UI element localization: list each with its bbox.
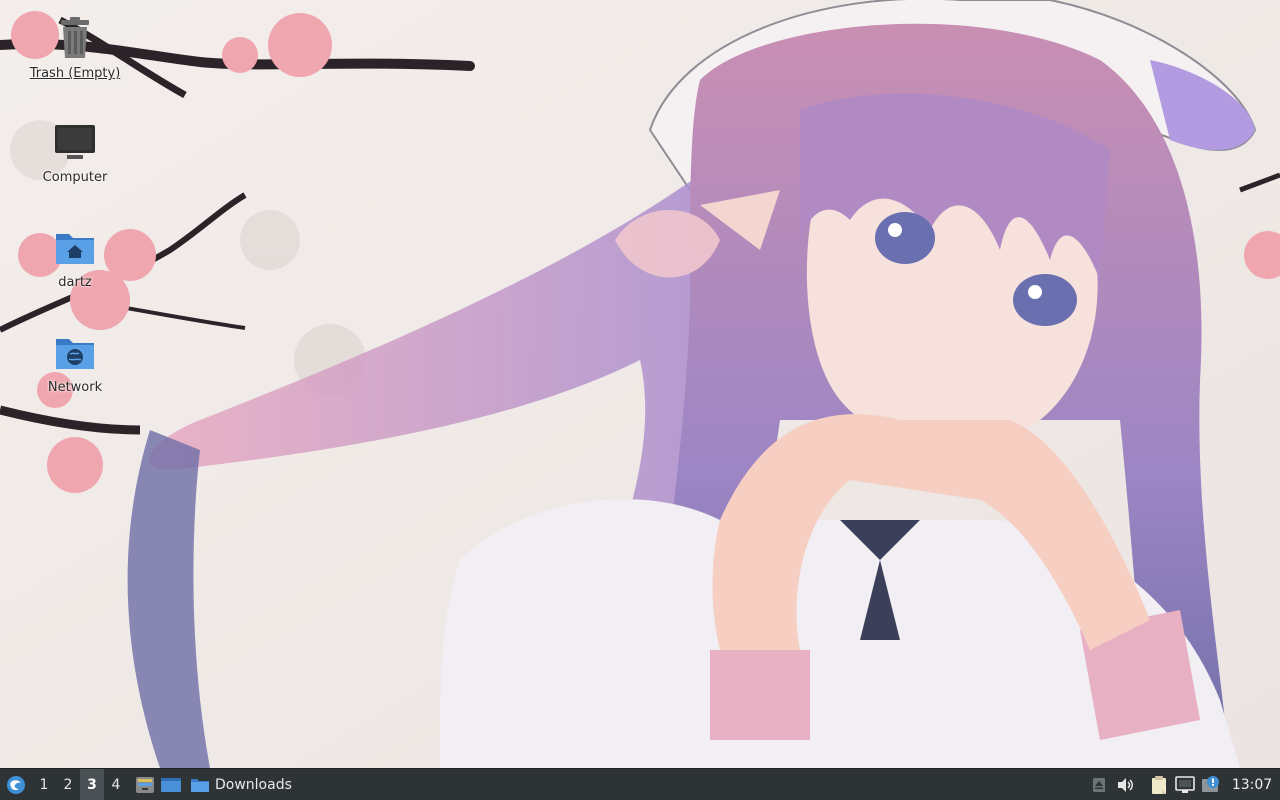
desktop-icon-label: dartz — [58, 275, 92, 290]
volume-icon — [1118, 777, 1133, 792]
desktop-icon-home[interactable]: dartz — [20, 223, 130, 290]
show-desktop-icon — [161, 777, 181, 792]
task-downloads[interactable]: Downloads — [184, 769, 298, 800]
file-manager-launcher[interactable] — [132, 769, 158, 800]
network-folder-icon — [51, 328, 99, 376]
clipboard-icon — [1152, 775, 1166, 794]
clock[interactable]: 13:07 — [1224, 777, 1280, 793]
update-notifier-button[interactable] — [1198, 769, 1224, 800]
computer-icon — [51, 118, 99, 166]
desktop-icon-trash[interactable]: Trash (Empty) — [20, 14, 130, 81]
eject-icon — [1093, 777, 1105, 792]
network-status-icon — [1175, 775, 1195, 793]
wallpaper — [0, 0, 1280, 768]
volume-button[interactable] — [1112, 769, 1138, 800]
start-menu-icon — [7, 775, 25, 794]
desktop-icon-label: Trash (Empty) — [29, 66, 121, 81]
desktop-icon-network[interactable]: Network — [20, 328, 130, 395]
desktop[interactable]: Trash (Empty) Computer dartz Network — [0, 0, 1280, 768]
eject-button[interactable] — [1086, 769, 1112, 800]
workspace-4[interactable]: 4 — [104, 769, 128, 800]
desktop-icon-computer[interactable]: Computer — [20, 118, 130, 185]
home-folder-icon — [51, 223, 99, 271]
task-label: Downloads — [215, 776, 292, 793]
start-menu-button[interactable] — [0, 769, 32, 800]
workspace-2[interactable]: 2 — [56, 769, 80, 800]
show-desktop-button[interactable] — [158, 769, 184, 800]
workspace-1[interactable]: 1 — [32, 769, 56, 800]
network-status-button[interactable] — [1172, 769, 1198, 800]
workspace-3[interactable]: 3 — [80, 769, 104, 800]
desktop-icon-label: Computer — [42, 170, 108, 185]
file-manager-icon — [136, 776, 154, 793]
desktop-icon-label: Network — [47, 380, 103, 395]
update-notifier-icon — [1202, 775, 1219, 792]
taskbar: 1 2 3 4 Downloads 13:07 — [0, 768, 1280, 800]
folder-icon — [191, 778, 209, 792]
clipboard-button[interactable] — [1146, 769, 1172, 800]
trash-icon — [51, 14, 99, 62]
